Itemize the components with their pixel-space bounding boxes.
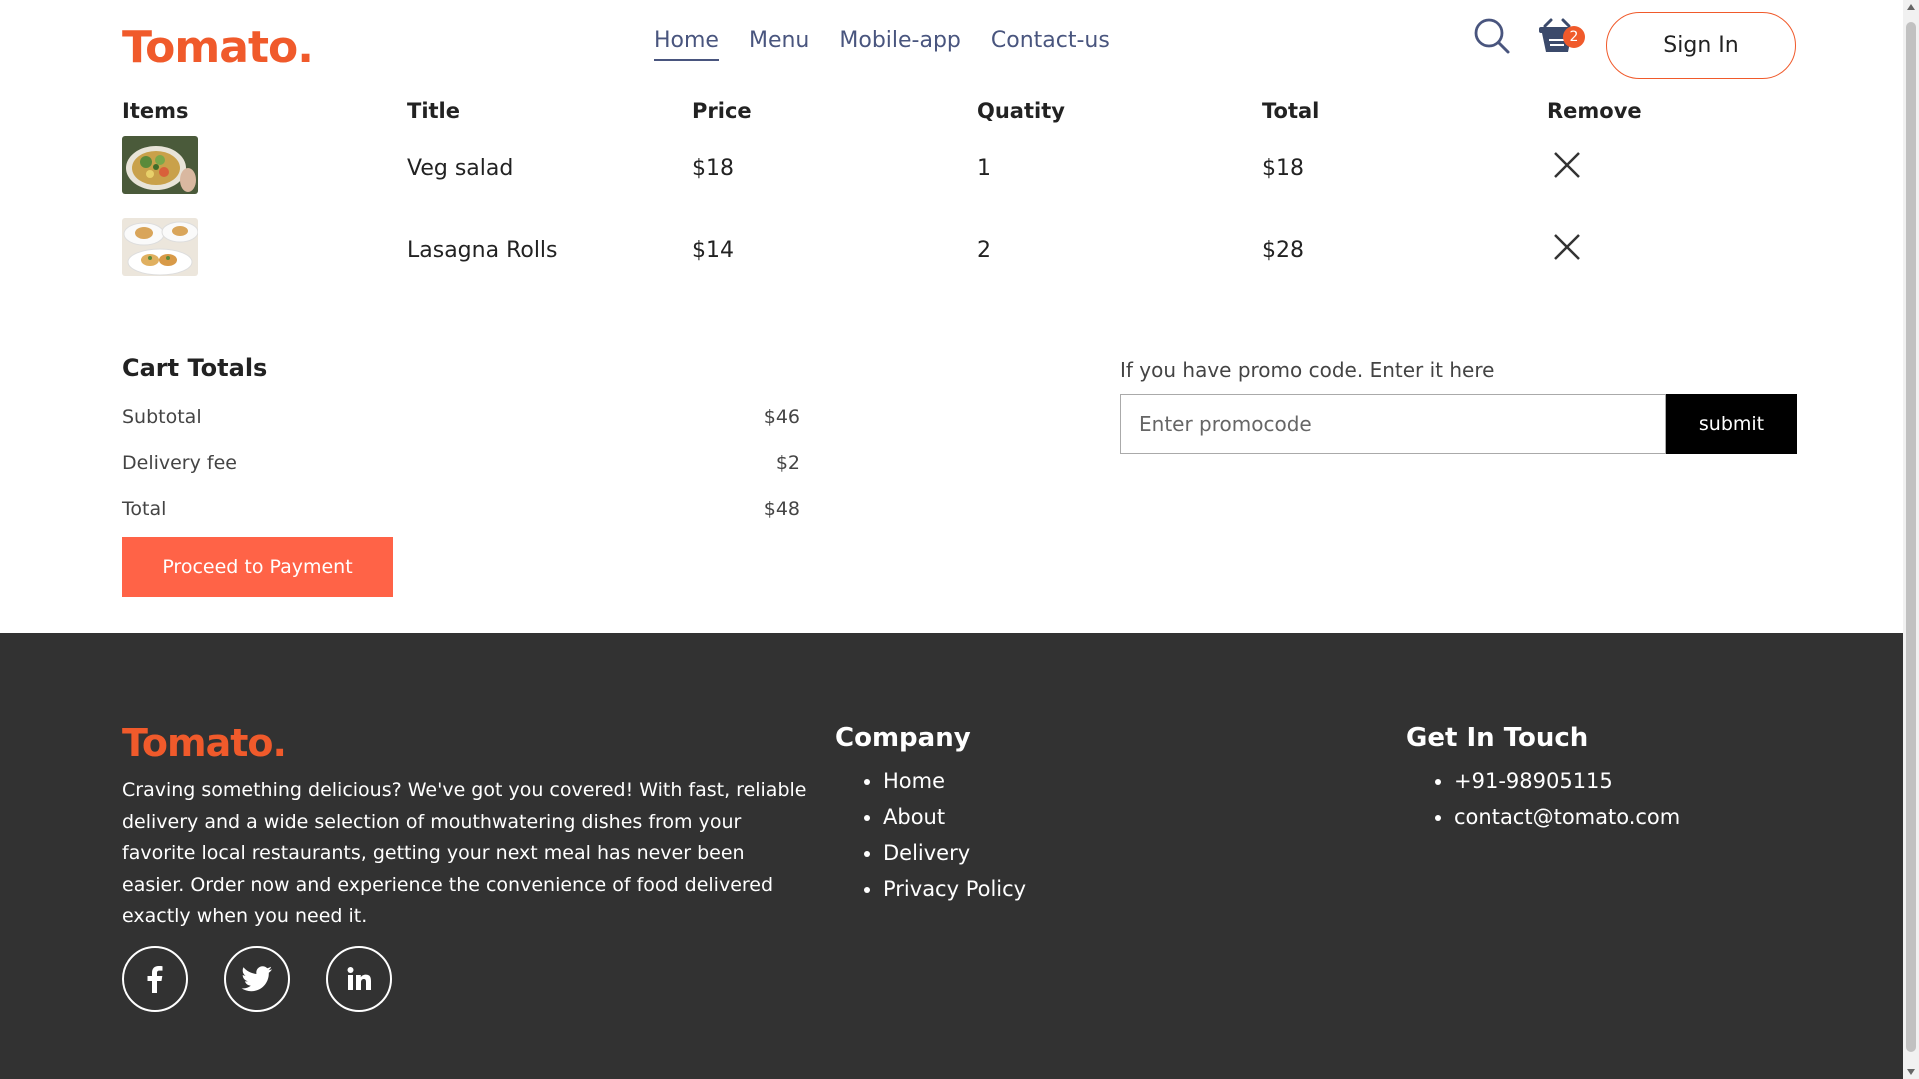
- delivery-fee-line: Delivery fee $2: [122, 440, 800, 486]
- footer: Tomato. Craving something delicious? We'…: [0, 633, 1903, 1079]
- search-icon[interactable]: [1472, 16, 1512, 56]
- social-icons: [122, 946, 392, 1012]
- nav-link-contact-us[interactable]: Contact-us: [991, 28, 1110, 61]
- promo-submit-button[interactable]: submit: [1666, 394, 1797, 454]
- footer-link-home[interactable]: Home: [883, 763, 1026, 799]
- facebook-icon[interactable]: [122, 946, 188, 1012]
- nav-link-mobile-app[interactable]: Mobile-app: [839, 28, 961, 61]
- promo-label: If you have promo code. Enter it here: [1120, 358, 1495, 382]
- item-quantity: 1: [977, 155, 991, 181]
- footer-link-about[interactable]: About: [883, 799, 1026, 835]
- subtotal-line: Subtotal $46: [122, 394, 800, 440]
- header-remove: Remove: [1547, 99, 1642, 123]
- promo-code-input[interactable]: [1120, 394, 1666, 454]
- nav-link-menu[interactable]: Menu: [749, 28, 809, 61]
- subtotal-value: $46: [763, 406, 800, 428]
- footer-link-delivery[interactable]: Delivery: [883, 835, 1026, 871]
- veg-salad-thumbnail: [122, 136, 198, 194]
- proceed-to-payment-button[interactable]: Proceed to Payment: [122, 537, 393, 597]
- footer-contact-heading: Get In Touch: [1406, 723, 1589, 753]
- footer-email[interactable]: contact@tomato.com: [1454, 799, 1680, 835]
- delivery-fee-label: Delivery fee: [122, 452, 237, 474]
- close-icon[interactable]: [1549, 229, 1585, 265]
- header-quantity: Quatity: [977, 99, 1065, 123]
- header-items: Items: [122, 99, 189, 123]
- footer-phone: +91-98905115: [1454, 763, 1680, 799]
- item-price: $18: [692, 155, 734, 181]
- header-total: Total: [1262, 99, 1320, 123]
- total-line: Total $48: [122, 486, 800, 532]
- linkedin-icon[interactable]: [326, 946, 392, 1012]
- footer-link-privacy-policy[interactable]: Privacy Policy: [883, 871, 1026, 907]
- cart-table-header: Items Title Price Quatity Total Remove: [122, 95, 1797, 127]
- cart-table: Items Title Price Quatity Total Remove V…: [122, 95, 1797, 291]
- nav-link-home[interactable]: Home: [654, 28, 719, 61]
- cart-row: Veg salad $18 1 $18: [122, 127, 1797, 209]
- item-price: $14: [692, 237, 734, 263]
- sign-in-button[interactable]: Sign In: [1606, 12, 1796, 79]
- header-title: Title: [407, 99, 461, 123]
- scroll-down-arrow-icon[interactable]: [1907, 1069, 1915, 1075]
- cart-totals-heading: Cart Totals: [122, 354, 268, 382]
- scrollbar-thumb[interactable]: [1906, 22, 1916, 1052]
- footer-contact-column: Get In Touch +91-98905115 contact@tomato…: [1406, 723, 1680, 835]
- cart-count-badge: 2: [1563, 26, 1585, 48]
- delivery-fee-value: $2: [775, 452, 800, 474]
- vertical-scrollbar[interactable]: [1903, 0, 1919, 1079]
- twitter-icon[interactable]: [224, 946, 290, 1012]
- cart-row: Lasagna Rolls $14 2 $28: [122, 209, 1797, 291]
- item-quantity: 2: [977, 237, 991, 263]
- header-price: Price: [692, 99, 752, 123]
- footer-company-column: Company Home About Delivery Privacy Poli…: [835, 723, 1026, 907]
- item-title: Veg salad: [407, 155, 514, 181]
- total-value: $48: [763, 498, 800, 520]
- total-label: Total: [122, 498, 167, 520]
- item-total: $28: [1262, 237, 1304, 263]
- footer-description: Craving something delicious? We've got y…: [122, 779, 807, 927]
- subtotal-label: Subtotal: [122, 406, 202, 428]
- lasagna-rolls-thumbnail: [122, 218, 199, 276]
- cart-totals: Cart Totals Subtotal $46 Delivery fee $2…: [122, 354, 800, 532]
- logo[interactable]: Tomato.: [122, 22, 314, 73]
- navbar: Tomato. Home Menu Mobile-app Contact-us …: [0, 0, 1903, 90]
- footer-logo: Tomato.: [122, 721, 287, 765]
- item-title: Lasagna Rolls: [407, 237, 558, 263]
- nav-links: Home Menu Mobile-app Contact-us: [654, 28, 1110, 61]
- scroll-up-arrow-icon[interactable]: [1907, 4, 1915, 10]
- footer-company-heading: Company: [835, 723, 971, 753]
- close-icon[interactable]: [1549, 147, 1585, 183]
- item-total: $18: [1262, 155, 1304, 181]
